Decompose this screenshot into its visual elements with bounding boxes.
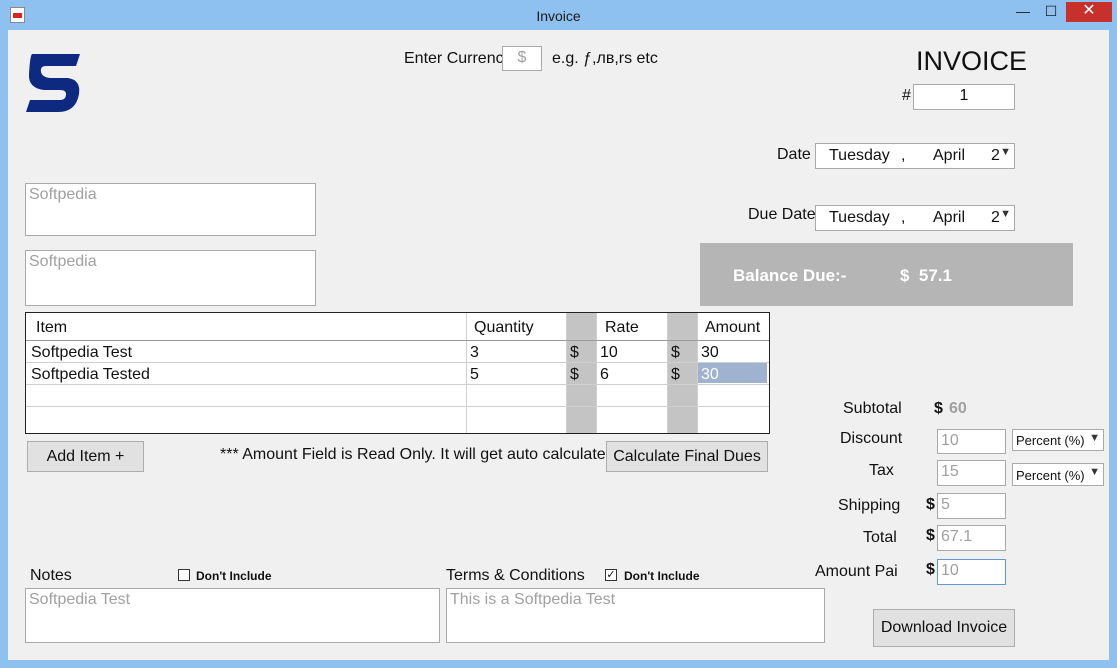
- notes-label: Notes: [30, 567, 72, 584]
- tax-mode-select[interactable]: Percent (%) ▼: [1012, 463, 1104, 486]
- chevron-down-icon[interactable]: ▼: [1000, 208, 1011, 220]
- header-rate: Rate: [605, 319, 639, 336]
- subtotal-label: Subtotal: [843, 400, 902, 417]
- terms-input[interactable]: This is a Softpedia Test: [446, 588, 825, 643]
- cell-quantity[interactable]: 5: [466, 364, 483, 386]
- due-date-picker[interactable]: Tuesday , April 2 ▼: [815, 205, 1015, 231]
- cell-amount-currency: $: [671, 344, 680, 361]
- amount-paid-label: Amount Pai: [815, 563, 898, 580]
- date-digit: 2: [991, 147, 1000, 164]
- cell-amount-currency: $: [671, 366, 680, 383]
- total-currency: $: [926, 527, 935, 544]
- window-title: Invoice: [536, 8, 581, 24]
- download-invoice-button[interactable]: Download Invoice: [873, 609, 1015, 647]
- discount-input[interactable]: 10: [937, 429, 1006, 454]
- amount-paid-input[interactable]: 10: [937, 559, 1006, 585]
- notes-dont-include-label: Don't Include: [196, 569, 272, 583]
- invoice-number-input[interactable]: 1: [913, 84, 1015, 110]
- due-date-label: Due Date: [748, 206, 816, 223]
- invoice-hash-label: #: [902, 87, 911, 104]
- tax-input[interactable]: 15: [937, 460, 1006, 486]
- from-address-input[interactable]: Softpedia: [25, 183, 316, 236]
- items-table[interactable]: Item Quantity Rate Amount Softpedia Test…: [25, 312, 770, 434]
- balance-due-label: Balance Due:-: [733, 266, 847, 285]
- cell-amount: 30: [701, 366, 719, 383]
- cell-rate[interactable]: 10: [596, 342, 622, 364]
- tax-label: Tax: [869, 462, 894, 479]
- due-date-day: Tuesday: [829, 209, 890, 226]
- currency-input[interactable]: $: [502, 46, 542, 71]
- shipping-label: Shipping: [838, 497, 901, 514]
- invoice-heading: INVOICE: [916, 46, 1028, 76]
- minimize-button[interactable]: —: [1010, 2, 1036, 22]
- date-day: Tuesday: [829, 147, 890, 164]
- notes-dont-include-checkbox[interactable]: [178, 569, 190, 581]
- shipping-input[interactable]: 5: [937, 493, 1006, 519]
- chevron-down-icon[interactable]: ▼: [1089, 432, 1100, 444]
- total-input: 67.1: [937, 525, 1006, 551]
- cell-quantity[interactable]: 3: [466, 342, 483, 364]
- due-date-month: April: [933, 209, 966, 226]
- currency-hint: e.g. ƒ,лв,rs etc: [552, 50, 658, 67]
- header-item: Item: [36, 319, 68, 336]
- maximize-button[interactable]: ☐: [1038, 2, 1064, 22]
- readonly-note: *** Amount Field is Read Only. It will g…: [220, 446, 620, 463]
- total-label: Total: [863, 529, 897, 546]
- balance-due-value: $ 57.1: [900, 266, 952, 285]
- discount-label: Discount: [840, 430, 903, 447]
- currency-label: Enter Currenc: [404, 50, 504, 67]
- invoice-window: Invoice — ☐ ✕ Enter Currenc $ e.g. ƒ,лв,…: [0, 0, 1117, 668]
- date-picker[interactable]: Tuesday , April 2 ▼: [815, 143, 1015, 169]
- due-date-digit: 2: [991, 209, 1000, 226]
- date-label: Date: [777, 146, 811, 163]
- chevron-down-icon[interactable]: ▼: [1000, 146, 1011, 158]
- shipping-currency: $: [926, 496, 935, 513]
- cell-rate[interactable]: 6: [596, 364, 613, 386]
- terms-dont-include-checkbox[interactable]: ✓: [605, 569, 617, 581]
- header-amount: Amount: [705, 319, 761, 336]
- cell-item[interactable]: Softpedia Test: [27, 342, 136, 364]
- cell-rate-currency: $: [570, 344, 579, 361]
- softpedia-logo: [26, 54, 80, 112]
- to-address-input[interactable]: Softpedia: [25, 250, 316, 306]
- tax-mode-value: Percent (%): [1016, 468, 1085, 483]
- add-item-button[interactable]: Add Item +: [27, 441, 144, 472]
- chevron-down-icon[interactable]: ▼: [1089, 466, 1100, 478]
- due-date-sep: ,: [901, 209, 906, 226]
- cell-amount: 30: [701, 344, 719, 361]
- subtotal-value: 60: [949, 400, 967, 417]
- cell-rate-currency: $: [570, 366, 579, 383]
- title-bar: Invoice — ☐ ✕: [0, 0, 1117, 30]
- discount-mode-select[interactable]: Percent (%) ▼: [1012, 429, 1104, 451]
- notes-input[interactable]: Softpedia Test: [25, 588, 440, 643]
- cell-item[interactable]: Softpedia Tested: [27, 364, 154, 386]
- calculate-final-dues-button[interactable]: Calculate Final Dues: [606, 441, 768, 472]
- terms-label: Terms & Conditions: [446, 567, 585, 584]
- discount-mode-value: Percent (%): [1016, 433, 1085, 448]
- date-sep: ,: [901, 147, 906, 164]
- subtotal-currency: $: [934, 400, 943, 417]
- close-button[interactable]: ✕: [1066, 2, 1112, 22]
- amount-paid-currency: $: [926, 561, 935, 578]
- client-area: Enter Currenc $ e.g. ƒ,лв,rs etc INVOICE…: [8, 30, 1109, 660]
- balance-due-panel: Balance Due:- $ 57.1: [700, 243, 1073, 306]
- date-month: April: [933, 147, 966, 164]
- header-quantity: Quantity: [474, 319, 534, 336]
- terms-dont-include-label: Don't Include: [624, 569, 700, 583]
